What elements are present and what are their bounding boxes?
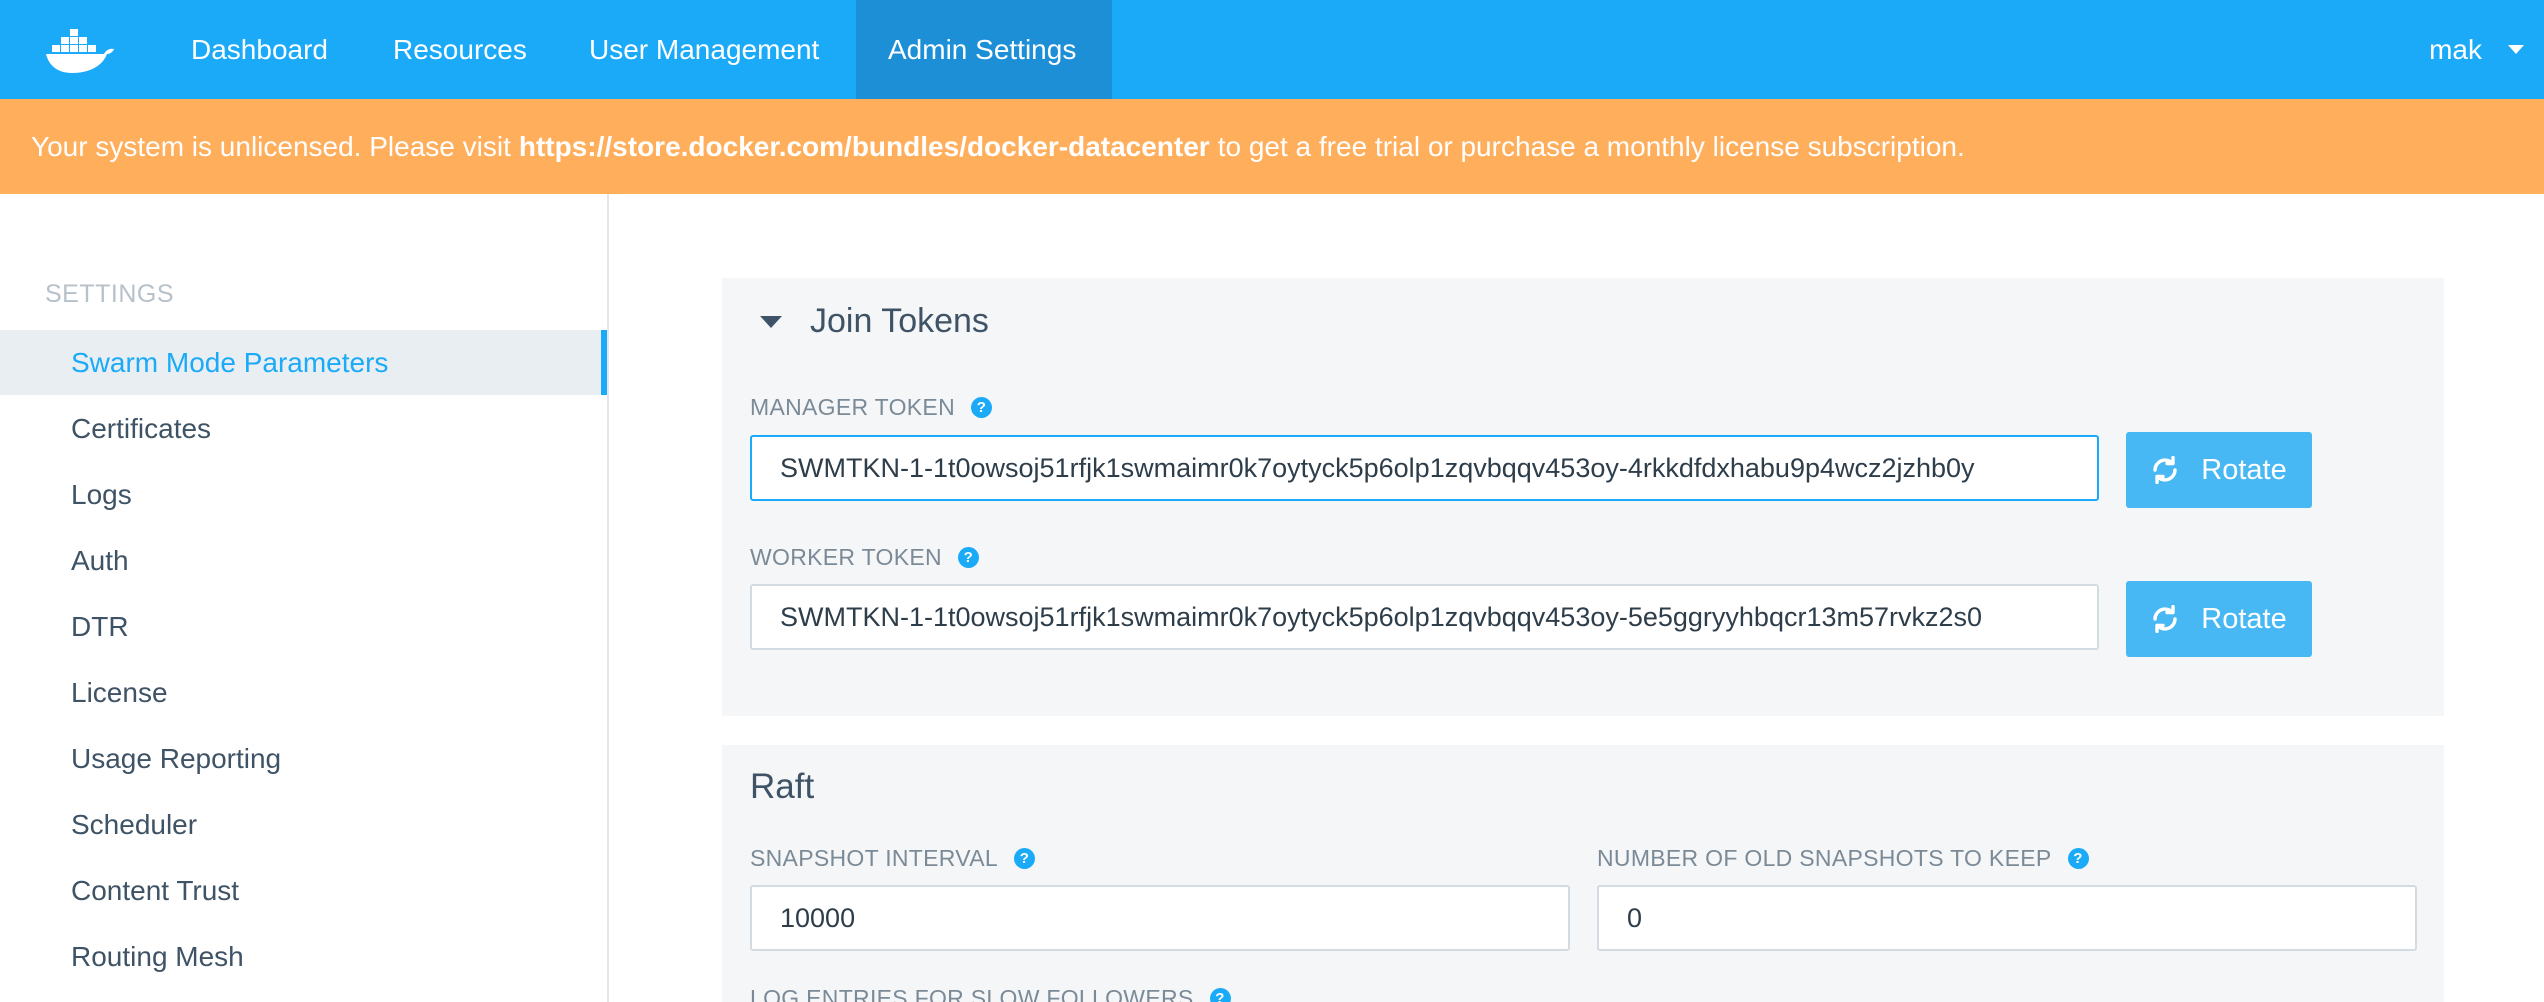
old-snapshots-label: NUMBER OF OLD SNAPSHOTS TO KEEP ? <box>1597 845 2089 872</box>
old-snapshots-input[interactable] <box>1597 885 2417 951</box>
snapshot-interval-label-text: SNAPSHOT INTERVAL <box>750 845 998 871</box>
manager-token-label-text: MANAGER TOKEN <box>750 394 955 420</box>
nav-user-management[interactable]: User Management <box>557 0 851 99</box>
help-icon[interactable]: ? <box>2067 848 2089 869</box>
store-link[interactable]: https://store.docker.com/bundles/docker-… <box>519 131 1210 163</box>
rotate-worker-label: Rotate <box>2201 602 2287 635</box>
sidebar-item-content-trust[interactable]: Content Trust <box>0 858 607 923</box>
manager-token-input[interactable] <box>750 435 2099 501</box>
sidebar-heading: SETTINGS <box>45 280 175 308</box>
nav-admin-settings[interactable]: Admin Settings <box>856 0 1112 99</box>
refresh-icon <box>2153 605 2177 633</box>
sidebar-item-routing-mesh[interactable]: Routing Mesh <box>0 924 607 989</box>
nav-resources[interactable]: Resources <box>361 0 559 99</box>
manager-token-label: MANAGER TOKEN ? <box>750 394 992 421</box>
old-snapshots-label-text: NUMBER OF OLD SNAPSHOTS TO KEEP <box>1597 845 2052 871</box>
sidebar-item-usage-reporting[interactable]: Usage Reporting <box>0 726 607 791</box>
raft-title: Raft <box>750 767 815 806</box>
rotate-manager-token-button[interactable]: Rotate <box>2126 432 2312 508</box>
snapshot-interval-label: SNAPSHOT INTERVAL ? <box>750 845 1035 872</box>
collapse-triangle-icon <box>760 315 782 328</box>
log-entries-label: LOG ENTRIES FOR SLOW FOLLOWERS ? <box>750 985 1231 1002</box>
help-icon[interactable]: ? <box>957 547 979 568</box>
docker-whale-icon <box>45 28 114 73</box>
worker-token-input[interactable] <box>750 584 2099 650</box>
sidebar-item-license[interactable]: License <box>0 660 607 725</box>
join-tokens-title: Join Tokens <box>810 302 989 340</box>
join-tokens-toggle[interactable]: Join Tokens <box>760 302 989 341</box>
docker-logo[interactable] <box>0 0 159 99</box>
sidebar-item-logs[interactable]: Logs <box>0 462 607 527</box>
sidebar-item-certificates[interactable]: Certificates <box>0 396 607 461</box>
worker-token-label: WORKER TOKEN ? <box>750 544 979 571</box>
license-banner: Your system is unlicensed. Please visit … <box>0 99 2544 194</box>
raft-panel: Raft SNAPSHOT INTERVAL ? NUMBER OF OLD S… <box>722 745 2444 1002</box>
log-entries-label-text: LOG ENTRIES FOR SLOW FOLLOWERS <box>750 985 1194 1002</box>
banner-suffix: to get a free trial or purchase a monthl… <box>1217 130 1965 162</box>
join-tokens-panel: Join Tokens MANAGER TOKEN ? Rotate WORKE… <box>722 278 2444 716</box>
help-icon[interactable]: ? <box>1013 848 1035 869</box>
help-icon[interactable]: ? <box>1209 988 1231 1002</box>
sidebar-item-swarm-mode-parameters[interactable]: Swarm Mode Parameters <box>0 330 607 395</box>
banner-prefix: Your system is unlicensed. Please visit <box>31 130 511 162</box>
username: mak <box>2429 33 2482 65</box>
worker-token-label-text: WORKER TOKEN <box>750 544 942 570</box>
nav-dashboard[interactable]: Dashboard <box>159 0 360 99</box>
snapshot-interval-input[interactable] <box>750 885 1570 951</box>
user-menu[interactable]: mak <box>2429 0 2544 99</box>
rotate-worker-token-button[interactable]: Rotate <box>2126 581 2312 657</box>
rotate-manager-label: Rotate <box>2201 453 2287 486</box>
caret-down-icon <box>2508 45 2524 54</box>
help-icon[interactable]: ? <box>970 397 992 418</box>
top-navbar: Dashboard Resources User Management Admi… <box>0 0 2544 99</box>
refresh-icon <box>2153 456 2177 484</box>
sidebar-item-dtr[interactable]: DTR <box>0 594 607 659</box>
sidebar-item-scheduler[interactable]: Scheduler <box>0 792 607 857</box>
sidebar-item-auth[interactable]: Auth <box>0 528 607 593</box>
settings-sidebar: SETTINGS Swarm Mode Parameters Certifica… <box>0 194 609 1002</box>
